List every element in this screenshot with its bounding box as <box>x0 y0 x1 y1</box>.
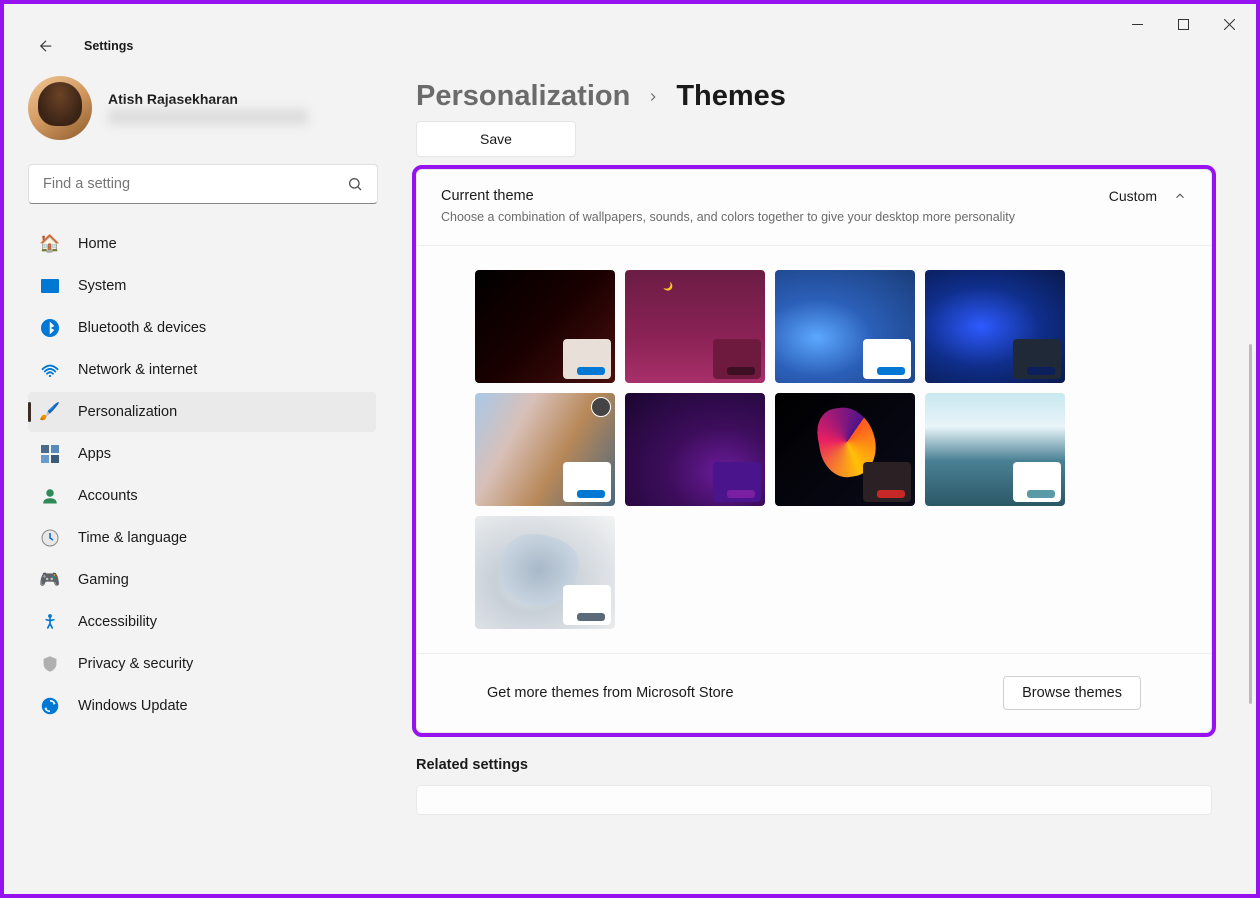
nav-bluetooth[interactable]: Bluetooth & devices <box>28 308 376 348</box>
breadcrumb-parent[interactable]: Personalization <box>416 80 630 113</box>
nav-label: Personalization <box>78 404 177 420</box>
store-row: Get more themes from Microsoft Store Bro… <box>417 653 1211 732</box>
theme-tile[interactable] <box>475 393 615 506</box>
card-subtitle: Choose a combination of wallpapers, soun… <box>441 208 1085 227</box>
maximize-icon <box>1178 19 1189 30</box>
store-text: Get more themes from Microsoft Store <box>487 685 734 701</box>
user-email <box>108 109 308 125</box>
theme-tile[interactable] <box>475 516 615 629</box>
theme-tile[interactable] <box>475 270 615 383</box>
themes-grid <box>417 246 1211 653</box>
theme-tile[interactable] <box>925 270 1065 383</box>
nav-apps[interactable]: Apps <box>28 434 376 474</box>
shield-icon <box>40 654 60 674</box>
nav-label: Network & internet <box>78 362 197 378</box>
search-input[interactable] <box>43 176 347 192</box>
nav-label: Bluetooth & devices <box>78 320 206 336</box>
nav-label: Accounts <box>78 488 138 504</box>
browse-themes-button[interactable]: Browse themes <box>1003 676 1141 710</box>
app-title: Settings <box>84 39 133 53</box>
breadcrumb: Personalization Themes <box>416 80 1212 113</box>
nav-accounts[interactable]: Accounts <box>28 476 376 516</box>
close-icon <box>1224 19 1235 30</box>
theme-tile[interactable] <box>925 393 1065 506</box>
nav-home[interactable]: 🏠 Home <box>28 224 376 264</box>
gaming-icon: 🎮 <box>40 570 60 590</box>
nav-windows-update[interactable]: Windows Update <box>28 686 376 726</box>
content: Personalization Themes Save Current them… <box>388 44 1256 894</box>
theme-tile[interactable] <box>625 270 765 383</box>
related-settings-title: Related settings <box>416 757 1212 773</box>
nav-label: Apps <box>78 446 111 462</box>
search-box[interactable] <box>28 164 378 204</box>
update-icon <box>40 696 60 716</box>
user-name: Atish Rajasekharan <box>108 91 308 107</box>
time-language-icon <box>40 528 60 548</box>
nav-personalization[interactable]: 🖌️ Personalization <box>28 392 376 432</box>
card-title: Current theme <box>441 188 1085 204</box>
titlebar: Settings <box>4 4 1256 44</box>
personalization-icon: 🖌️ <box>40 402 60 422</box>
nav-label: Time & language <box>78 530 187 546</box>
current-theme-card: Current theme Choose a combination of wa… <box>416 169 1212 733</box>
accounts-icon <box>40 486 60 506</box>
theme-tile[interactable] <box>775 270 915 383</box>
home-icon: 🏠 <box>40 234 60 254</box>
nav-system[interactable]: System <box>28 266 376 306</box>
related-settings-card[interactable] <box>416 785 1212 815</box>
bluetooth-icon <box>40 318 60 338</box>
network-icon <box>40 360 60 380</box>
theme-tile[interactable] <box>625 393 765 506</box>
nav-label: Gaming <box>78 572 129 588</box>
nav-accessibility[interactable]: Accessibility <box>28 602 376 642</box>
nav-label: Home <box>78 236 117 252</box>
theme-tile[interactable] <box>775 393 915 506</box>
close-button[interactable] <box>1206 8 1252 40</box>
card-value: Custom <box>1109 188 1157 204</box>
apps-icon <box>40 444 60 464</box>
nav-gaming[interactable]: 🎮 Gaming <box>28 560 376 600</box>
avatar <box>28 76 92 140</box>
search-icon <box>347 176 363 192</box>
card-header[interactable]: Current theme Choose a combination of wa… <box>417 170 1211 246</box>
chevron-up-icon[interactable] <box>1173 189 1187 203</box>
nav-network[interactable]: Network & internet <box>28 350 376 390</box>
save-button[interactable]: Save <box>416 121 576 157</box>
breadcrumb-current: Themes <box>676 80 786 113</box>
scrollbar[interactable] <box>1249 344 1252 704</box>
accessibility-icon <box>40 612 60 632</box>
nav-label: Windows Update <box>78 698 188 714</box>
nav-time-language[interactable]: Time & language <box>28 518 376 558</box>
nav-label: System <box>78 278 126 294</box>
arrow-left-icon <box>37 37 55 55</box>
minimize-button[interactable] <box>1114 8 1160 40</box>
nav-label: Privacy & security <box>78 656 193 672</box>
nav-privacy[interactable]: Privacy & security <box>28 644 376 684</box>
back-button[interactable] <box>28 28 64 64</box>
chevron-right-icon <box>646 90 660 104</box>
minimize-icon <box>1132 19 1143 30</box>
sidebar: Atish Rajasekharan 🏠 Home System Bluetoot… <box>4 44 388 894</box>
nav-label: Accessibility <box>78 614 157 630</box>
system-icon <box>40 276 60 296</box>
user-block[interactable]: Atish Rajasekharan <box>28 76 376 140</box>
maximize-button[interactable] <box>1160 8 1206 40</box>
